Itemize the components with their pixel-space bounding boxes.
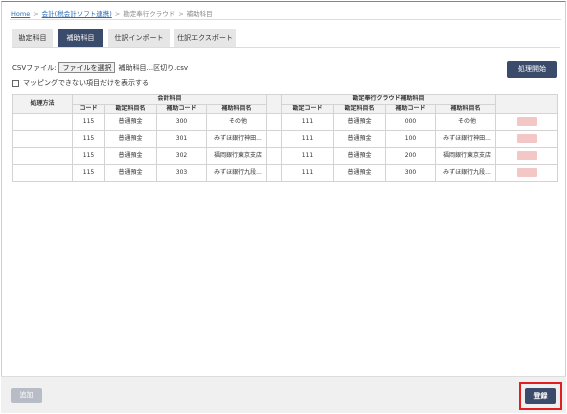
sub-code-cell: 301 xyxy=(156,130,207,148)
app-window: Home > 会計(税会計ソフト連携) > 勘定奉行クラウド > 補助科目 勘定科目 補助科… xyxy=(1,1,566,413)
breadcrumb-separator: > xyxy=(33,10,39,18)
breadcrumb-current: 補助科目 xyxy=(186,10,213,18)
group-header-kanjo-bugyo: 勘定奉行クラウド補助科目 xyxy=(281,94,497,105)
delete-button[interactable] xyxy=(516,168,537,177)
col-account-name-header: 勘定科目名 xyxy=(104,103,157,114)
footer-bar: 追加 登録 xyxy=(1,376,566,413)
col-code-header: コード xyxy=(72,103,105,114)
register-highlight: 登録 xyxy=(519,382,562,410)
col-sub-name-header: 補助科目名 xyxy=(205,103,268,114)
r-code-cell: 111 xyxy=(281,147,335,165)
col-r-sub-name-header: 補助科目名 xyxy=(435,103,497,114)
spacer-cell xyxy=(266,130,283,148)
tab-journal-export[interactable]: 仕訳エクスポート xyxy=(174,29,236,47)
sub-name-cell: みずほ銀行神田... xyxy=(205,130,268,148)
method-cell[interactable] xyxy=(12,147,73,165)
table-row: 115 普通預金 303 みずほ銀行九段... 111 普通預金 300 みずほ… xyxy=(12,164,559,182)
col-r-sub-code-header: 補助コード xyxy=(385,103,437,114)
action-cell xyxy=(495,113,559,131)
breadcrumb-kanjo-bugyo: 勘定奉行クラウド xyxy=(123,10,176,18)
breadcrumb-accounting-link[interactable]: 会計(税会計ソフト連携) xyxy=(42,10,112,18)
spacer-header xyxy=(266,94,283,114)
action-cell xyxy=(495,147,559,165)
sub-name-cell: 福岡銀行東京支店 xyxy=(205,147,268,165)
code-cell: 115 xyxy=(72,164,105,182)
r-sub-code-cell: 100 xyxy=(385,130,437,148)
group-header-accounting: 会計科目 xyxy=(71,94,268,105)
col-sub-code-header: 補助コード xyxy=(156,103,207,114)
code-cell: 115 xyxy=(72,147,105,165)
action-header xyxy=(495,94,559,114)
action-cell xyxy=(495,164,559,182)
unmapped-only-label[interactable]: マッピングできない項目だけを表示する xyxy=(23,78,149,88)
table-row: 115 普通預金 302 福岡銀行東京支店 111 普通預金 200 福岡銀行東… xyxy=(12,147,559,165)
code-cell: 115 xyxy=(72,130,105,148)
sub-code-cell: 303 xyxy=(156,164,207,182)
delete-button[interactable] xyxy=(516,134,537,143)
sub-name-cell: その他 xyxy=(205,113,268,131)
r-sub-code-cell: 200 xyxy=(385,147,437,165)
tab-sub-account-items[interactable]: 補助科目 xyxy=(58,29,103,47)
spacer-cell xyxy=(266,113,283,131)
table-row: 115 普通預金 300 その他 111 普通預金 000 その他 xyxy=(12,113,559,131)
register-button[interactable]: 登録 xyxy=(525,388,556,404)
r-code-cell: 111 xyxy=(281,113,335,131)
r-sub-name-cell: みずほ銀行九段... xyxy=(435,164,497,182)
breadcrumb-separator: > xyxy=(114,10,121,18)
tab-divider xyxy=(12,47,560,48)
mapping-table: 処理方法 会計科目 勘定奉行クラウド補助科目 コード 勘定科目名 補助コード 補… xyxy=(12,94,559,182)
code-cell: 115 xyxy=(72,113,105,131)
account-cell: 普通預金 xyxy=(104,147,157,165)
selected-file-name: 補助科目...区切り.csv xyxy=(118,63,189,72)
r-code-cell: 111 xyxy=(281,164,335,182)
r-sub-code-cell: 000 xyxy=(385,113,437,131)
method-cell[interactable] xyxy=(12,130,73,148)
method-cell[interactable] xyxy=(12,113,73,131)
spacer-cell xyxy=(266,147,283,165)
col-r-code-header: 勘定コード xyxy=(281,103,335,114)
r-sub-name-cell: みずほ銀行神田... xyxy=(435,130,497,148)
r-sub-code-cell: 300 xyxy=(385,164,437,182)
breadcrumb-divider xyxy=(10,19,561,20)
r-sub-name-cell: その他 xyxy=(435,113,497,131)
r-sub-name-cell: 福岡銀行東京支店 xyxy=(435,147,497,165)
r-account-cell: 普通預金 xyxy=(333,147,387,165)
spacer-cell xyxy=(266,164,283,182)
delete-button[interactable] xyxy=(516,151,537,160)
account-cell: 普通預金 xyxy=(104,130,157,148)
add-button[interactable]: 追加 xyxy=(11,388,42,403)
sub-code-cell: 302 xyxy=(156,147,207,165)
r-account-cell: 普通預金 xyxy=(333,130,387,148)
csv-file-label: CSVファイル: xyxy=(12,63,57,72)
account-cell: 普通預金 xyxy=(104,164,157,182)
breadcrumb-separator: > xyxy=(178,10,184,18)
r-code-cell: 111 xyxy=(281,130,335,148)
sub-name-cell: みずほ銀行九段... xyxy=(205,164,268,182)
account-cell: 普通預金 xyxy=(104,113,157,131)
sub-code-cell: 300 xyxy=(156,113,207,131)
table-row: 115 普通預金 301 みずほ銀行神田... 111 普通預金 100 みずほ… xyxy=(12,130,559,148)
process-start-button[interactable]: 処理開始 xyxy=(507,61,557,78)
unmapped-filter-row: マッピングできない項目だけを表示する xyxy=(12,78,149,88)
r-account-cell: 普通預金 xyxy=(333,164,387,182)
breadcrumb-home-link[interactable]: Home xyxy=(11,10,30,18)
col-r-account-name-header: 勘定科目名 xyxy=(333,103,387,114)
method-cell[interactable] xyxy=(12,164,73,182)
csv-file-row: CSVファイル: ファイルを選択 補助科目...区切り.csv xyxy=(12,62,188,73)
r-account-cell: 普通預金 xyxy=(333,113,387,131)
choose-file-button[interactable]: ファイルを選択 xyxy=(58,62,116,73)
delete-button[interactable] xyxy=(516,117,537,126)
action-cell xyxy=(495,130,559,148)
tab-journal-import[interactable]: 仕訳インポート xyxy=(108,29,170,47)
unmapped-only-checkbox[interactable] xyxy=(12,79,19,87)
breadcrumb: Home > 会計(税会計ソフト連携) > 勘定奉行クラウド > 補助科目 xyxy=(11,8,213,18)
col-method-header: 処理方法 xyxy=(12,94,73,114)
tab-account-items[interactable]: 勘定科目 xyxy=(12,29,53,47)
